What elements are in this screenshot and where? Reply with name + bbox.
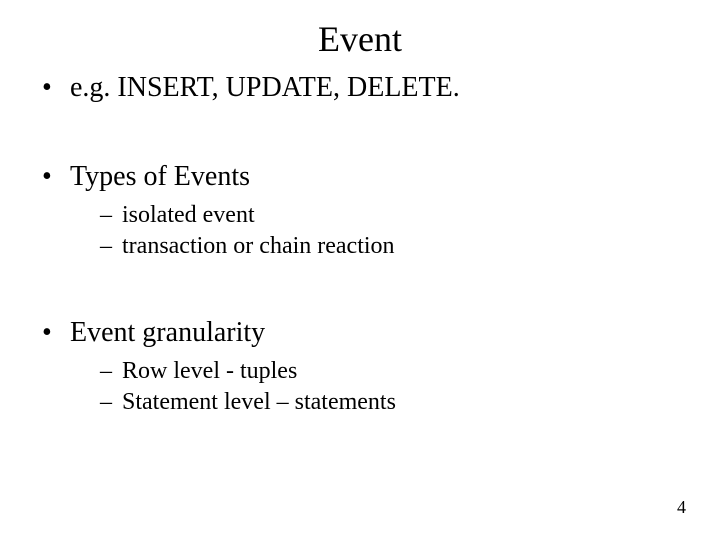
sub-bullet-item: transaction or chain reaction <box>100 231 690 262</box>
bullet-text: Types of Events <box>70 161 250 192</box>
bullet-item: Types of Events isolated event transacti… <box>42 159 690 261</box>
sub-bullet-item: Statement level – statements <box>100 387 690 418</box>
sub-bullet-text: Statement level – statements <box>122 389 396 415</box>
sub-bullet-text: isolated event <box>122 202 255 228</box>
sub-bullet-item: Row level - tuples <box>100 356 690 387</box>
sub-bullet-item: isolated event <box>100 200 690 231</box>
bullet-text: e.g. INSERT, UPDATE, DELETE. <box>70 72 460 103</box>
sub-bullet-list: isolated event transaction or chain reac… <box>70 200 690 261</box>
bullet-item: Event granularity Row level - tuples Sta… <box>42 315 690 417</box>
bullet-item: e.g. INSERT, UPDATE, DELETE. <box>42 70 690 105</box>
sub-bullet-list: Row level - tuples Statement level – sta… <box>70 356 690 417</box>
sub-bullet-text: transaction or chain reaction <box>122 233 395 259</box>
bullet-list: e.g. INSERT, UPDATE, DELETE. Types of Ev… <box>0 70 720 418</box>
slide: Event e.g. INSERT, UPDATE, DELETE. Types… <box>0 0 720 540</box>
bullet-text: Event granularity <box>70 317 265 348</box>
page-number: 4 <box>677 497 686 518</box>
slide-title: Event <box>0 0 720 66</box>
sub-bullet-text: Row level - tuples <box>122 358 297 384</box>
